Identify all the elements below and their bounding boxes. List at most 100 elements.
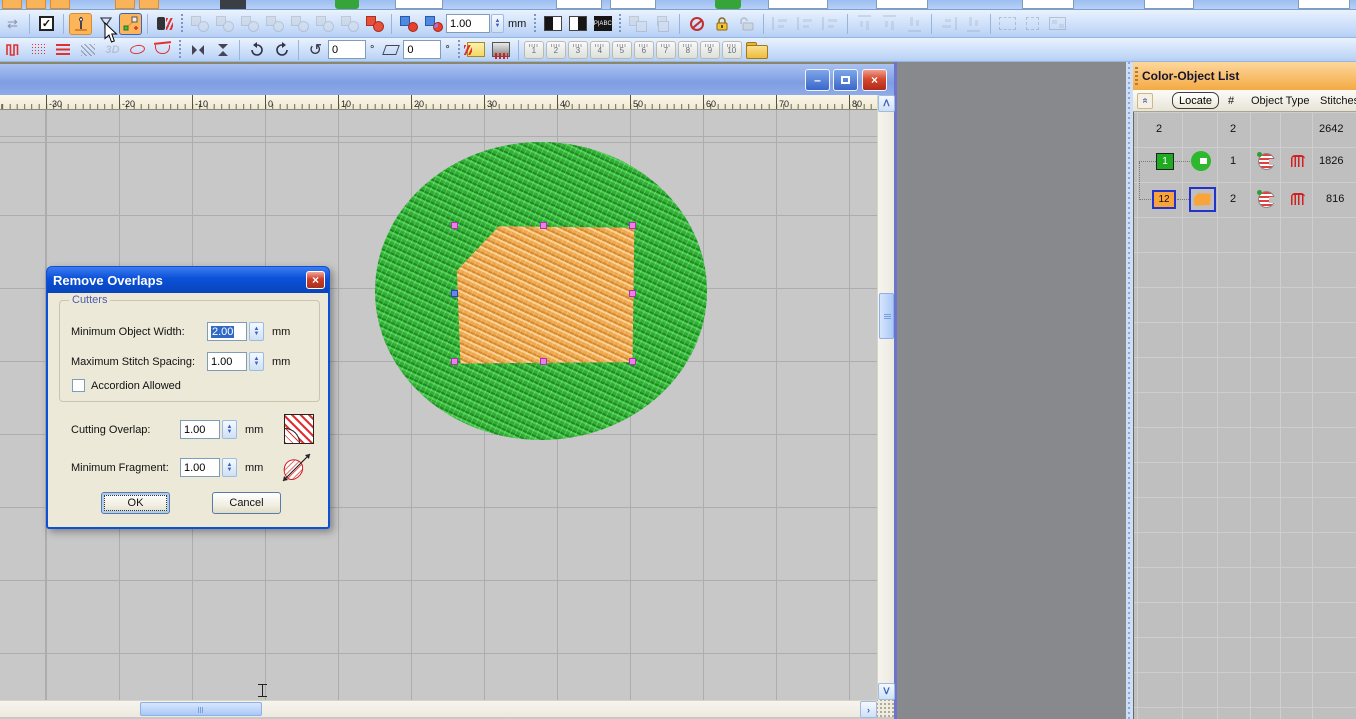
panel-drag-grip[interactable] <box>1135 67 1138 85</box>
selection-handle-nw[interactable] <box>451 222 458 229</box>
exclude-icon[interactable] <box>263 13 286 35</box>
red-outline-shape-icon[interactable] <box>126 39 149 61</box>
pan-mode-icon[interactable]: ⇄ <box>1 13 24 35</box>
space-evenly-v-icon[interactable] <box>1021 13 1044 35</box>
overlap-distance-spinner[interactable]: ▲▼ <box>491 14 504 33</box>
back-minus-front-icon[interactable] <box>313 13 336 35</box>
accordion-allowed-checkbox[interactable] <box>72 379 85 392</box>
overlap-distance-icon[interactable] <box>422 13 445 35</box>
min-object-width-spinner[interactable]: ▲▼ <box>249 322 264 341</box>
rotate-cw-icon[interactable] <box>270 39 293 61</box>
color-object-table[interactable]: 2 2 2642 1 1 1826 12 2 816 <box>1133 112 1356 719</box>
overlap-distance-input[interactable]: 1.00 <box>446 14 490 33</box>
overlap-objects-icon[interactable] <box>397 13 420 35</box>
dialog-close-button[interactable]: × <box>306 271 325 289</box>
reshape-tool-icon[interactable] <box>119 13 142 35</box>
open-folder-icon[interactable] <box>746 42 766 57</box>
resize-grip[interactable] <box>877 700 894 717</box>
ungroup-icon[interactable] <box>651 13 674 35</box>
lock-icon[interactable] <box>710 13 733 35</box>
group-icon[interactable] <box>626 13 649 35</box>
vertical-scrollbar[interactable]: ᐱ ᐯ <box>877 95 894 700</box>
stitch-select-button-9[interactable]: 9 <box>700 41 720 59</box>
color-chip-1[interactable]: 1 <box>1156 153 1174 170</box>
stitch-edit-icon[interactable] <box>153 13 176 35</box>
selection-handle-se[interactable] <box>629 358 636 365</box>
stitch-select-button-5[interactable]: 5 <box>612 41 632 59</box>
skew-angle-input[interactable]: 0 <box>403 40 441 59</box>
contrast-view-icon[interactable] <box>541 13 564 35</box>
collapse-chevron-button[interactable]: « <box>1137 93 1153 109</box>
object-thumbnail-circle[interactable] <box>1191 151 1211 171</box>
minimum-fragment-spinner[interactable]: ▲▼ <box>222 458 237 477</box>
needle-point-icon[interactable] <box>69 13 92 35</box>
selection-handle-n[interactable] <box>540 222 547 229</box>
no-entry-icon[interactable] <box>685 13 708 35</box>
object-thumbnail-polygon-selected[interactable] <box>1189 187 1216 212</box>
align-bottom-icon[interactable] <box>903 13 926 35</box>
stitch-select-button-4[interactable]: 4 <box>590 41 610 59</box>
stitch-select-button-1[interactable]: 1 <box>524 41 544 59</box>
distribute-v-icon[interactable] <box>962 13 985 35</box>
mirror-horizontal-icon[interactable] <box>186 39 209 61</box>
cancel-button[interactable]: Cancel <box>212 492 281 514</box>
stitch-player-icon[interactable] <box>490 39 513 61</box>
stitch-select-button-10[interactable]: 10 <box>722 41 742 59</box>
maximize-button[interactable] <box>833 69 858 91</box>
run-stitch-icon[interactable] <box>51 39 74 61</box>
stitch-select-button-3[interactable]: 3 <box>568 41 588 59</box>
selection-handle-sw[interactable] <box>451 358 458 365</box>
fit-window-icon[interactable] <box>1046 13 1069 35</box>
hoop-icon[interactable] <box>151 39 174 61</box>
motif-fill-icon[interactable] <box>76 39 99 61</box>
locate-button[interactable]: Locate <box>1172 92 1219 109</box>
scroll-up-button[interactable]: ᐱ <box>878 95 895 112</box>
rotate-angle-input[interactable]: 0 <box>328 40 366 59</box>
distribute-h-icon[interactable] <box>937 13 960 35</box>
stitch-select-button-6[interactable]: 6 <box>634 41 654 59</box>
panel-titlebar[interactable]: Color-Object List <box>1133 62 1356 90</box>
document-titlebar[interactable]: – × <box>0 62 894 95</box>
cutting-overlap-spinner[interactable]: ▲▼ <box>222 420 237 439</box>
color-chip-12[interactable]: 12 <box>1152 190 1176 209</box>
stitch-select-button-7[interactable]: 7 <box>656 41 676 59</box>
mirror-vertical-icon[interactable] <box>211 39 234 61</box>
vertical-scroll-thumb[interactable] <box>879 293 894 339</box>
trim-icon[interactable] <box>213 13 236 35</box>
unlock-icon[interactable] <box>735 13 758 35</box>
minimize-button[interactable]: – <box>805 69 830 91</box>
selection-handle-e[interactable] <box>629 290 636 297</box>
combine-icon[interactable] <box>338 13 361 35</box>
select-checkbox-icon[interactable]: ✓ <box>35 13 58 35</box>
align-right-icon[interactable] <box>819 13 842 35</box>
intersect-icon[interactable] <box>238 13 261 35</box>
ok-button[interactable]: OK <box>101 492 170 514</box>
horizontal-scrollbar[interactable]: › <box>0 700 877 717</box>
text-abc-icon[interactable]: P|ABC <box>591 13 614 35</box>
space-evenly-h-icon[interactable] <box>996 13 1019 35</box>
min-object-width-input[interactable]: 2.00 <box>207 322 247 341</box>
align-middle-v-icon[interactable] <box>878 13 901 35</box>
close-button[interactable]: × <box>862 69 887 91</box>
tatami-fill-icon[interactable] <box>26 39 49 61</box>
cutting-overlap-input[interactable]: 1.00 <box>180 420 220 439</box>
align-center-h-icon[interactable] <box>794 13 817 35</box>
scroll-down-button[interactable]: ᐯ <box>878 683 895 700</box>
stitch-select-button-8[interactable]: 8 <box>678 41 698 59</box>
pattern-view-icon[interactable] <box>566 13 589 35</box>
max-stitch-spacing-input[interactable]: 1.00 <box>207 352 247 371</box>
satin-stitch-icon[interactable] <box>1 39 24 61</box>
dialog-titlebar[interactable]: Remove Overlaps × <box>47 267 329 293</box>
remove-overlaps-icon[interactable] <box>363 13 386 35</box>
front-minus-back-icon[interactable] <box>288 13 311 35</box>
max-stitch-spacing-spinner[interactable]: ▲▼ <box>249 352 264 371</box>
selection-handle-ne[interactable] <box>629 222 636 229</box>
scroll-right-button[interactable]: › <box>860 701 877 718</box>
horizontal-scroll-thumb[interactable] <box>140 702 262 716</box>
panel-resize-grip[interactable] <box>1126 62 1133 719</box>
rotate-ccw-icon[interactable] <box>245 39 268 61</box>
stitch-select-button-2[interactable]: 2 <box>546 41 566 59</box>
selection-handle-w[interactable] <box>451 290 458 297</box>
minimum-fragment-input[interactable]: 1.00 <box>180 458 220 477</box>
stitch-list-icon[interactable] <box>465 39 488 61</box>
